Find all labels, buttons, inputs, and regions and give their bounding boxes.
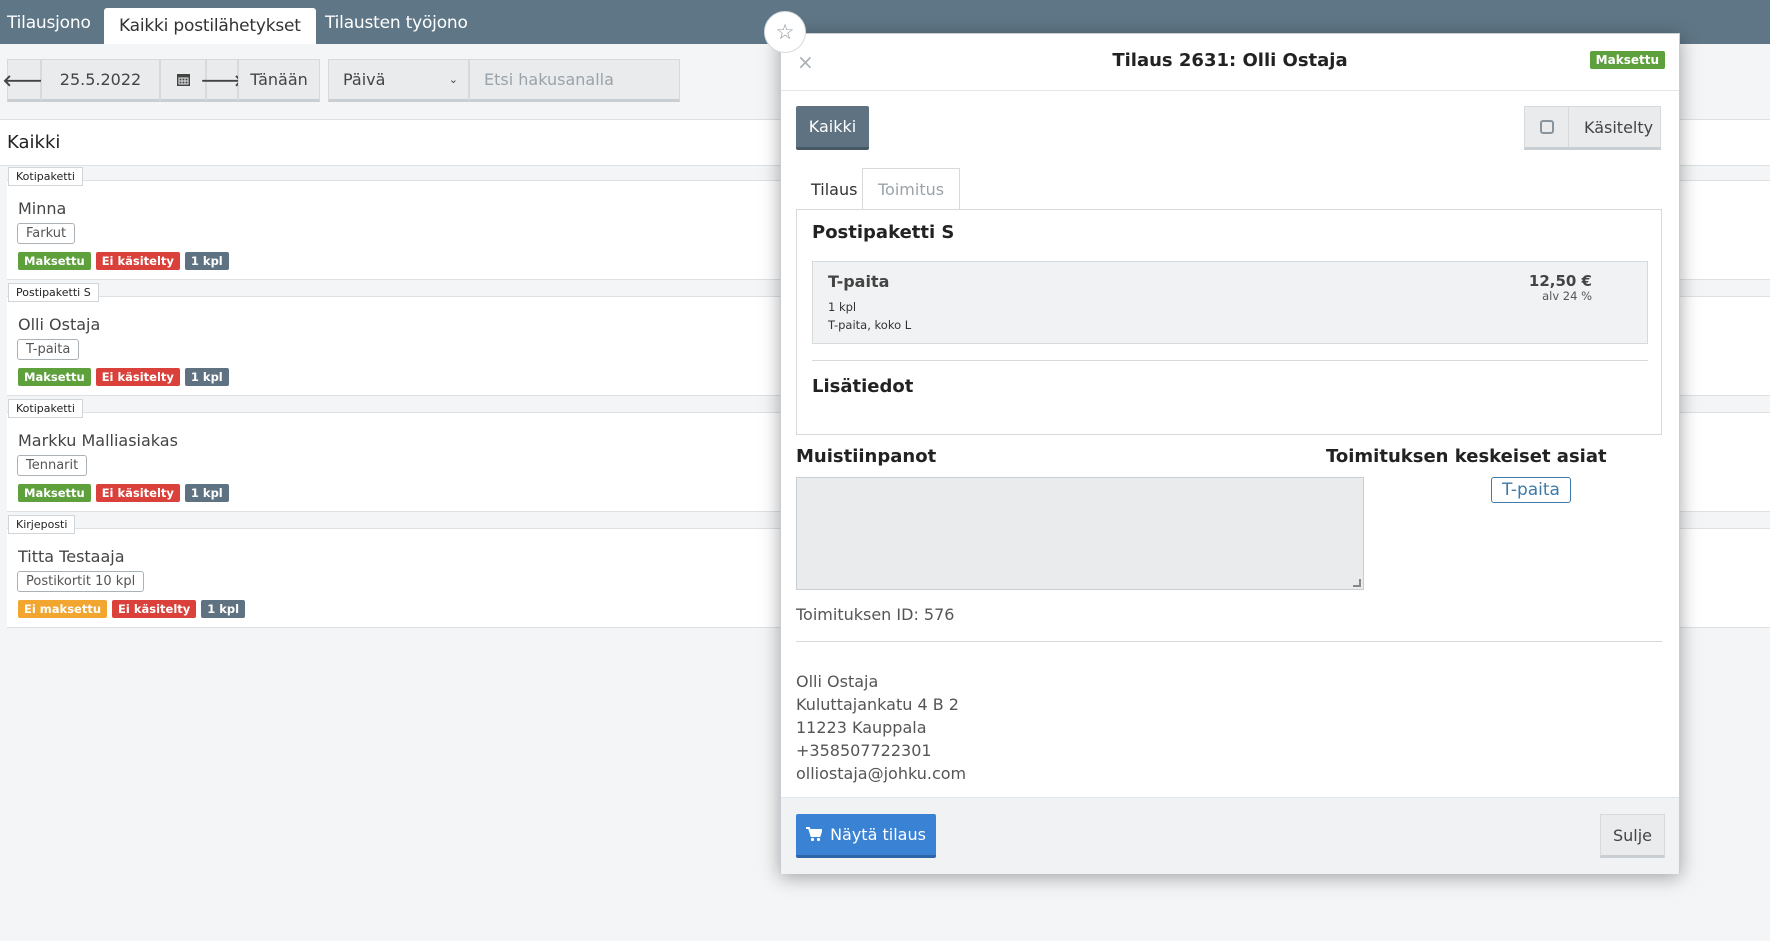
shipment-type-label: Kirjeposti	[8, 515, 76, 534]
unprocessed-badge: Ei käsitelty	[95, 252, 180, 270]
extra-info-heading: Lisätiedot	[812, 376, 914, 397]
paid-badge: Maksettu	[18, 252, 91, 270]
list-heading: Kaikki	[7, 132, 61, 153]
shipment-id: Toimituksen ID: 576	[796, 605, 955, 624]
date-value: 25.5.2022	[59, 70, 142, 89]
notes-textarea[interactable]	[796, 477, 1364, 590]
item-name: T-paita	[828, 272, 890, 291]
product-tag: Postikortit 10 kpl	[17, 571, 145, 592]
today-button[interactable]: Tänään	[238, 59, 320, 102]
tab-kaikki-postilahetykset[interactable]: Kaikki postilähetykset	[104, 8, 316, 44]
unprocessed-badge: Ei käsitelty	[95, 484, 180, 502]
quantity-badge: 1 kpl	[184, 368, 229, 386]
customer-name: Minna	[18, 199, 67, 218]
date-input[interactable]: 25.5.2022	[41, 59, 160, 102]
star-icon: ☆	[775, 20, 795, 44]
order-item: T-paita 1 kpl T-paita, koko L 12,50 € al…	[812, 261, 1648, 344]
search-placeholder: Etsi hakusanalla	[484, 70, 614, 89]
shipment-type-label: Kotipaketti	[8, 167, 83, 186]
favorite-star-button[interactable]: ☆	[764, 11, 806, 53]
calendar-button[interactable]	[160, 59, 206, 102]
key-point-tag: T-paita	[1491, 477, 1571, 503]
paid-badge: Maksettu	[18, 368, 91, 386]
shipment-type-label: Kotipaketti	[8, 399, 83, 418]
address-phone: +358507722301	[796, 741, 932, 760]
show-order-label: Näytä tilaus	[830, 825, 926, 844]
paid-status-badge: Maksettu	[1589, 51, 1665, 69]
unprocessed-badge: Ei käsitelty	[95, 368, 180, 386]
show-order-button[interactable]: Näytä tilaus	[796, 814, 936, 858]
period-select[interactable]: Päivä ⌄	[328, 59, 469, 102]
key-points-heading: Toimituksen keskeiset asiat	[1326, 446, 1607, 467]
status-badges: Maksettu Ei käsitelty 1 kpl	[18, 484, 229, 502]
item-price: 12,50 €	[1528, 272, 1592, 290]
unpaid-badge: Ei maksettu	[18, 600, 108, 618]
item-vat: alv 24 %	[1542, 289, 1592, 303]
shopping-cart-icon	[806, 827, 823, 842]
address-email: olliostaja@johku.com	[796, 764, 967, 783]
quantity-badge: 1 kpl	[184, 484, 229, 502]
processed-label: Käsitelty	[1584, 117, 1654, 137]
modal-title: Tilaus 2631: Olli Ostaja	[1112, 50, 1348, 71]
close-button[interactable]: Sulje	[1600, 814, 1665, 858]
chevron-down-icon: ⌄	[448, 73, 458, 86]
all-filter-button[interactable]: Kaikki	[796, 106, 869, 150]
order-modal: × Tilaus 2631: Olli Ostaja Maksettu Kaik…	[780, 33, 1680, 874]
product-tag: Tennarit	[17, 455, 88, 476]
customer-name: Olli Ostaja	[18, 315, 101, 334]
all-filter-label: Kaikki	[808, 117, 857, 136]
status-badges: Maksettu Ei käsitelty 1 kpl	[18, 252, 229, 270]
close-label: Sulje	[1612, 825, 1653, 845]
product-tag: T-paita	[17, 339, 80, 360]
quantity-badge: 1 kpl	[201, 600, 246, 618]
processed-toggle[interactable]: Käsitelty	[1524, 106, 1661, 150]
item-description: T-paita, koko L	[828, 318, 912, 332]
address-postal: 11223 Kauppala	[796, 718, 927, 737]
item-quantity: 1 kpl	[828, 300, 857, 314]
unprocessed-badge: Ei käsitelty	[112, 600, 197, 618]
calendar-icon	[176, 74, 190, 86]
shipping-method-heading: Postipaketti S	[812, 222, 955, 243]
address-street: Kuluttajankatu 4 B 2	[796, 695, 959, 714]
divider	[812, 360, 1648, 361]
arrow-left-icon: 🡐	[2, 70, 46, 90]
modal-header: × Tilaus 2631: Olli Ostaja Maksettu	[781, 34, 1679, 91]
tab-tilaus[interactable]: Tilaus	[796, 168, 872, 210]
checkbox-icon	[1539, 120, 1554, 134]
customer-name: Titta Testaaja	[18, 547, 125, 566]
status-badges: Maksettu Ei käsitelty 1 kpl	[18, 368, 229, 386]
resize-handle-icon[interactable]	[1353, 579, 1361, 587]
tab-toimitus[interactable]: Toimitus	[862, 168, 961, 210]
modal-footer: Näytä tilaus Sulje	[781, 797, 1679, 874]
processed-checkbox[interactable]	[1525, 107, 1569, 147]
shipment-type-label: Postipaketti S	[8, 283, 99, 302]
status-badges: Ei maksettu Ei käsitelty 1 kpl	[18, 600, 246, 618]
order-tab-panel: Postipaketti S T-paita 1 kpl T-paita, ko…	[796, 209, 1662, 435]
divider	[796, 641, 1662, 642]
prev-day-button[interactable]: 🡐	[3, 59, 45, 102]
period-select-value: Päivä	[343, 70, 386, 89]
product-tag: Farkut	[17, 223, 76, 244]
tab-tilausjono[interactable]: Tilausjono	[0, 8, 98, 44]
quantity-badge: 1 kpl	[184, 252, 229, 270]
address-name: Olli Ostaja	[796, 672, 879, 691]
tab-tilausten-tyojono[interactable]: Tilausten työjono	[318, 8, 475, 44]
customer-name: Markku Malliasiakas	[18, 431, 178, 450]
today-label: Tänään	[250, 70, 308, 89]
search-input[interactable]: Etsi hakusanalla	[469, 59, 680, 102]
notes-heading: Muistiinpanot	[796, 446, 937, 467]
paid-badge: Maksettu	[18, 484, 91, 502]
next-day-button[interactable]: 🡒	[201, 59, 243, 102]
